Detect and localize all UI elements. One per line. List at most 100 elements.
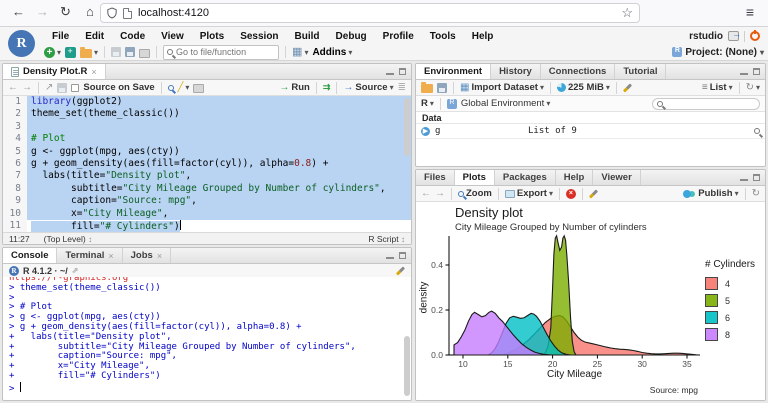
maximize-pane-icon[interactable] bbox=[753, 68, 760, 75]
close-tab-icon[interactable]: × bbox=[108, 251, 113, 261]
tab-connections[interactable]: Connections bbox=[541, 64, 616, 79]
menu-debug[interactable]: Debug bbox=[328, 31, 375, 42]
memory-usage-button[interactable]: 225 MiB▾ bbox=[557, 82, 610, 93]
console-scrollbar[interactable] bbox=[404, 336, 410, 396]
new-file-button[interactable]: +▾ bbox=[44, 47, 61, 58]
goto-file-box[interactable] bbox=[163, 45, 279, 60]
tab-help[interactable]: Help bbox=[556, 170, 594, 185]
goto-file-input[interactable] bbox=[176, 47, 266, 57]
next-plot-icon[interactable]: → bbox=[435, 188, 445, 199]
bookmark-star-icon[interactable]: ☆ bbox=[621, 5, 633, 21]
publish-button[interactable]: Publish▾ bbox=[683, 188, 738, 199]
menu-profile[interactable]: Profile bbox=[375, 31, 422, 42]
back-icon[interactable]: ← bbox=[12, 4, 25, 19]
menu-edit[interactable]: Edit bbox=[77, 31, 112, 42]
code-line[interactable]: 7 labs(title="Density plot", bbox=[3, 170, 411, 182]
tab-jobs[interactable]: Jobs× bbox=[123, 248, 171, 263]
save-icon[interactable] bbox=[57, 83, 67, 93]
console-output[interactable]: https://r-graphics.org> theme_set(theme_… bbox=[3, 277, 403, 400]
save-all-icon[interactable] bbox=[125, 47, 135, 57]
popout-icon[interactable]: ↗ bbox=[45, 82, 53, 93]
menu-tools[interactable]: Tools bbox=[422, 31, 464, 42]
source-button[interactable]: →Source▾ bbox=[343, 82, 393, 93]
reload-icon[interactable]: ↻ bbox=[60, 4, 71, 20]
code-editor[interactable]: 1library(ggplot2)2theme_set(theme_classi… bbox=[3, 96, 411, 232]
minimize-pane-icon[interactable] bbox=[386, 252, 394, 259]
tab-viewer[interactable]: Viewer bbox=[593, 170, 640, 185]
print-icon[interactable] bbox=[139, 49, 150, 58]
import-dataset-button[interactable]: ▦Import Dataset▾ bbox=[460, 82, 544, 93]
menu-build[interactable]: Build bbox=[287, 31, 328, 42]
code-line[interactable]: 1library(ggplot2) bbox=[3, 96, 411, 108]
environment-object-row[interactable]: ▶ g List of 9 bbox=[416, 124, 765, 139]
menu-file[interactable]: File bbox=[44, 31, 77, 42]
panes-layout-button[interactable]: ▦▾ bbox=[292, 47, 308, 57]
code-line[interactable]: 3 bbox=[3, 121, 411, 133]
inspect-object-icon[interactable] bbox=[754, 128, 760, 134]
url-bar[interactable]: localhost:4120 ☆ bbox=[100, 3, 640, 23]
list-view-button[interactable]: ≡List▾ bbox=[702, 82, 733, 93]
source-on-save-checkbox[interactable] bbox=[71, 84, 79, 92]
load-workspace-icon[interactable] bbox=[421, 84, 433, 93]
environment-search-box[interactable] bbox=[652, 98, 760, 110]
save-icon[interactable] bbox=[111, 47, 121, 57]
working-dir-link-icon[interactable]: ⇗ bbox=[72, 266, 79, 275]
code-line[interactable]: 11 fill="# Cylinders") bbox=[3, 220, 411, 232]
doc-type-selector[interactable]: R Script ↕ bbox=[368, 234, 405, 244]
environment-search-input[interactable] bbox=[666, 99, 754, 109]
scope-selector[interactable]: (Top Level) ↕ bbox=[44, 234, 92, 244]
zoom-button[interactable]: Zoom bbox=[458, 188, 492, 199]
forward-icon[interactable]: → bbox=[22, 82, 32, 93]
minimize-pane-icon[interactable] bbox=[740, 68, 748, 75]
new-project-icon[interactable] bbox=[65, 47, 76, 58]
addins-button[interactable]: Addins▾ bbox=[312, 47, 352, 58]
rerun-icon[interactable]: ⇉ bbox=[323, 82, 331, 93]
back-icon[interactable]: ← bbox=[8, 82, 18, 93]
code-tools-button[interactable]: ╱▾ bbox=[178, 82, 190, 93]
menu-session[interactable]: Session bbox=[232, 31, 286, 42]
tab-tutorial[interactable]: Tutorial bbox=[615, 64, 666, 79]
code-line[interactable]: 4# Plot bbox=[3, 133, 411, 145]
run-button[interactable]: →Run bbox=[279, 82, 309, 93]
code-line[interactable]: 6g + geom_density(aes(fill=factor(cyl)),… bbox=[3, 158, 411, 170]
minimize-pane-icon[interactable] bbox=[740, 174, 748, 181]
code-line[interactable]: 5g <- ggplot(mpg, aes(cty)) bbox=[3, 146, 411, 158]
code-line[interactable]: 10 x="City Mileage", bbox=[3, 208, 411, 220]
environment-selector[interactable]: Global Environment▾ bbox=[461, 98, 550, 109]
refresh-button[interactable]: ↻▾ bbox=[746, 82, 760, 93]
tab-environment[interactable]: Environment bbox=[416, 64, 491, 79]
code-line[interactable]: 2theme_set(theme_classic()) bbox=[3, 108, 411, 120]
tab-history[interactable]: History bbox=[491, 64, 541, 79]
sign-out-icon[interactable] bbox=[728, 31, 739, 41]
clear-console-icon[interactable] bbox=[396, 266, 405, 275]
quit-session-icon[interactable] bbox=[750, 31, 760, 41]
maximize-pane-icon[interactable] bbox=[399, 252, 406, 259]
previous-plot-icon[interactable]: ← bbox=[421, 188, 431, 199]
close-tab-icon[interactable]: × bbox=[91, 67, 96, 77]
save-workspace-icon[interactable] bbox=[437, 83, 447, 93]
project-menu[interactable]: Project: (None) ▾ bbox=[672, 47, 764, 58]
expand-object-icon[interactable]: ▶ bbox=[421, 127, 430, 136]
maximize-pane-icon[interactable] bbox=[399, 68, 406, 75]
code-line[interactable]: 8 subtitle="City Mileage Grouped by Numb… bbox=[3, 183, 411, 195]
page-info-icon[interactable] bbox=[123, 8, 132, 19]
home-icon[interactable]: ⌂ bbox=[86, 4, 94, 19]
tab-density-plot-r[interactable]: Density Plot.R × bbox=[3, 64, 106, 79]
editor-scrollbar[interactable] bbox=[404, 98, 410, 156]
tab-terminal[interactable]: Terminal× bbox=[57, 248, 122, 263]
export-button[interactable]: Export▾ bbox=[505, 188, 553, 199]
remove-plot-icon[interactable]: × bbox=[566, 189, 576, 199]
refresh-plot-icon[interactable]: ↻ bbox=[752, 188, 760, 199]
compile-report-icon[interactable] bbox=[193, 84, 204, 93]
tab-console[interactable]: Console bbox=[3, 248, 57, 263]
clear-all-plots-icon[interactable] bbox=[589, 189, 598, 198]
forward-icon[interactable]: → bbox=[36, 4, 49, 19]
find-replace-icon[interactable] bbox=[168, 85, 174, 91]
shield-icon[interactable] bbox=[107, 7, 117, 19]
tab-plots[interactable]: Plots bbox=[455, 170, 495, 185]
language-selector[interactable]: R▾ bbox=[421, 98, 434, 109]
url-text[interactable]: localhost:4120 bbox=[138, 7, 615, 19]
close-tab-icon[interactable]: × bbox=[157, 251, 162, 261]
code-line[interactable]: 9 caption="Source: mpg", bbox=[3, 195, 411, 207]
tab-packages[interactable]: Packages bbox=[495, 170, 556, 185]
